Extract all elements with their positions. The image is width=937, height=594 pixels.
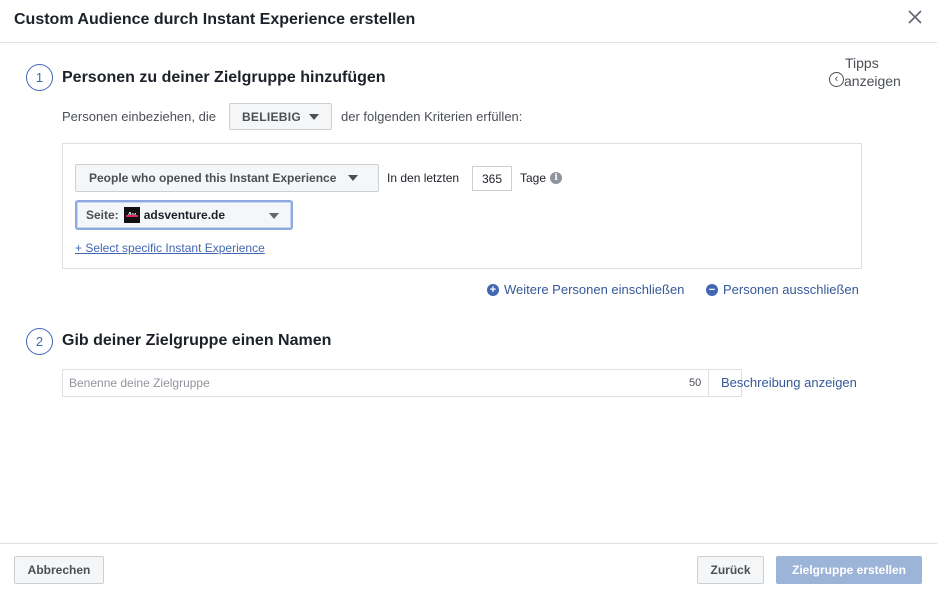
select-specific-experience-link[interactable]: + Select specific Instant Experience bbox=[75, 241, 265, 255]
audience-name-field: 50 bbox=[62, 369, 742, 397]
caret-down-icon bbox=[269, 213, 279, 219]
criteria-suffix: der folgenden Kriterien erfüllen: bbox=[341, 109, 523, 124]
close-icon[interactable] bbox=[907, 9, 923, 25]
step-2-title: Gib deiner Zielgruppe einen Namen bbox=[62, 332, 332, 349]
plus-circle-icon: + bbox=[487, 283, 499, 296]
info-icon[interactable]: i bbox=[550, 172, 563, 184]
step-1-title: Personen zu deiner Zielgruppe hinzufügen bbox=[62, 69, 386, 86]
chevron-left-icon: ‹ bbox=[829, 72, 844, 87]
create-audience-button[interactable]: Zielgruppe erstellen bbox=[776, 556, 922, 584]
exclude-label: Personen ausschließen bbox=[723, 282, 859, 297]
days-unit: Tage i bbox=[520, 171, 563, 185]
input-divider bbox=[708, 370, 709, 396]
step-1-number: 1 bbox=[26, 64, 53, 91]
dialog-footer: Abbrechen Zurück Zielgruppe erstellen bbox=[0, 543, 937, 594]
include-more-link[interactable]: + Weitere Personen einschließen bbox=[487, 282, 684, 297]
retention-days-input[interactable]: 365 bbox=[472, 166, 512, 191]
page-dropdown[interactable]: Seite: Av adsventure.de bbox=[75, 200, 293, 230]
cancel-button[interactable]: Abbrechen bbox=[14, 556, 104, 584]
audience-name-input[interactable] bbox=[63, 370, 709, 396]
tips-label-line1: Tipps bbox=[845, 55, 879, 71]
step-2-number: 2 bbox=[26, 328, 53, 355]
page-name: adsventure.de bbox=[143, 208, 226, 222]
char-counter: 50 bbox=[689, 377, 702, 389]
event-dropdown-label: People who opened this Instant Experienc… bbox=[89, 171, 337, 185]
dialog-header: Custom Audience durch Instant Experience… bbox=[0, 0, 937, 43]
tips-label-line2: anzeigen bbox=[844, 73, 901, 89]
dialog-title: Custom Audience durch Instant Experience… bbox=[14, 11, 416, 28]
caret-down-icon bbox=[309, 113, 320, 120]
show-description-link[interactable]: Beschreibung anzeigen bbox=[721, 375, 857, 390]
include-more-label: Weitere Personen einschließen bbox=[504, 282, 685, 297]
in-last-label: In den letzten bbox=[387, 171, 460, 185]
caret-down-icon bbox=[348, 175, 359, 181]
back-button[interactable]: Zurück bbox=[697, 556, 764, 584]
criteria-match-value: BELIEBIG bbox=[241, 109, 302, 124]
criteria-match-dropdown[interactable]: BELIEBIG bbox=[229, 103, 332, 130]
event-dropdown[interactable]: People who opened this Instant Experienc… bbox=[75, 164, 379, 192]
page-prefix-label: Seite: bbox=[86, 208, 119, 222]
minus-circle-icon: − bbox=[706, 283, 718, 296]
page-logo: Av bbox=[123, 207, 140, 223]
rule-box: People who opened this Instant Experienc… bbox=[62, 143, 862, 269]
days-unit-label: Tage bbox=[520, 171, 547, 185]
criteria-prefix: Personen einbeziehen, die bbox=[62, 109, 216, 124]
exclude-link[interactable]: − Personen ausschließen bbox=[706, 282, 859, 297]
